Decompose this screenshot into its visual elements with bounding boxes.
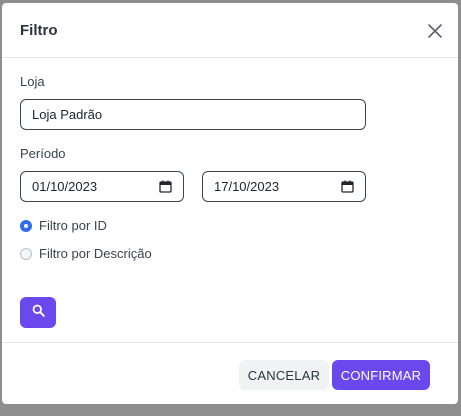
calendar-icon[interactable] [341,180,354,193]
radio-button-selected[interactable] [20,219,32,232]
radio-label: Filtro por ID [39,218,107,233]
search-icon [32,304,45,322]
dialog-title: Filtro [20,22,58,39]
period-label: Período [20,146,66,161]
dialog-footer: CANCELAR CONFIRMAR [2,342,458,404]
start-date-input[interactable]: 01/10/2023 [20,171,184,202]
store-input-value: Loja Padrão [32,107,103,122]
close-icon[interactable] [426,22,444,40]
store-label: Loja [20,74,45,89]
end-date-input[interactable]: 17/10/2023 [202,171,366,202]
search-button[interactable] [20,297,56,328]
filter-dialog: Filtro Loja Loja Padrão Período 01/10/20… [2,3,458,404]
radio-label: Filtro por Descrição [39,246,152,261]
calendar-icon[interactable] [159,180,172,193]
radio-filter-by-description[interactable]: Filtro por Descrição [20,246,152,261]
start-date-value: 01/10/2023 [32,179,98,194]
radio-filter-by-id[interactable]: Filtro por ID [20,218,107,233]
store-input[interactable]: Loja Padrão [20,99,366,130]
radio-button-unselected[interactable] [20,247,32,260]
end-date-value: 17/10/2023 [214,179,280,194]
cancel-button[interactable]: CANCELAR [239,360,329,390]
dialog-header: Filtro [2,3,458,58]
confirm-button[interactable]: CONFIRMAR [332,360,430,390]
